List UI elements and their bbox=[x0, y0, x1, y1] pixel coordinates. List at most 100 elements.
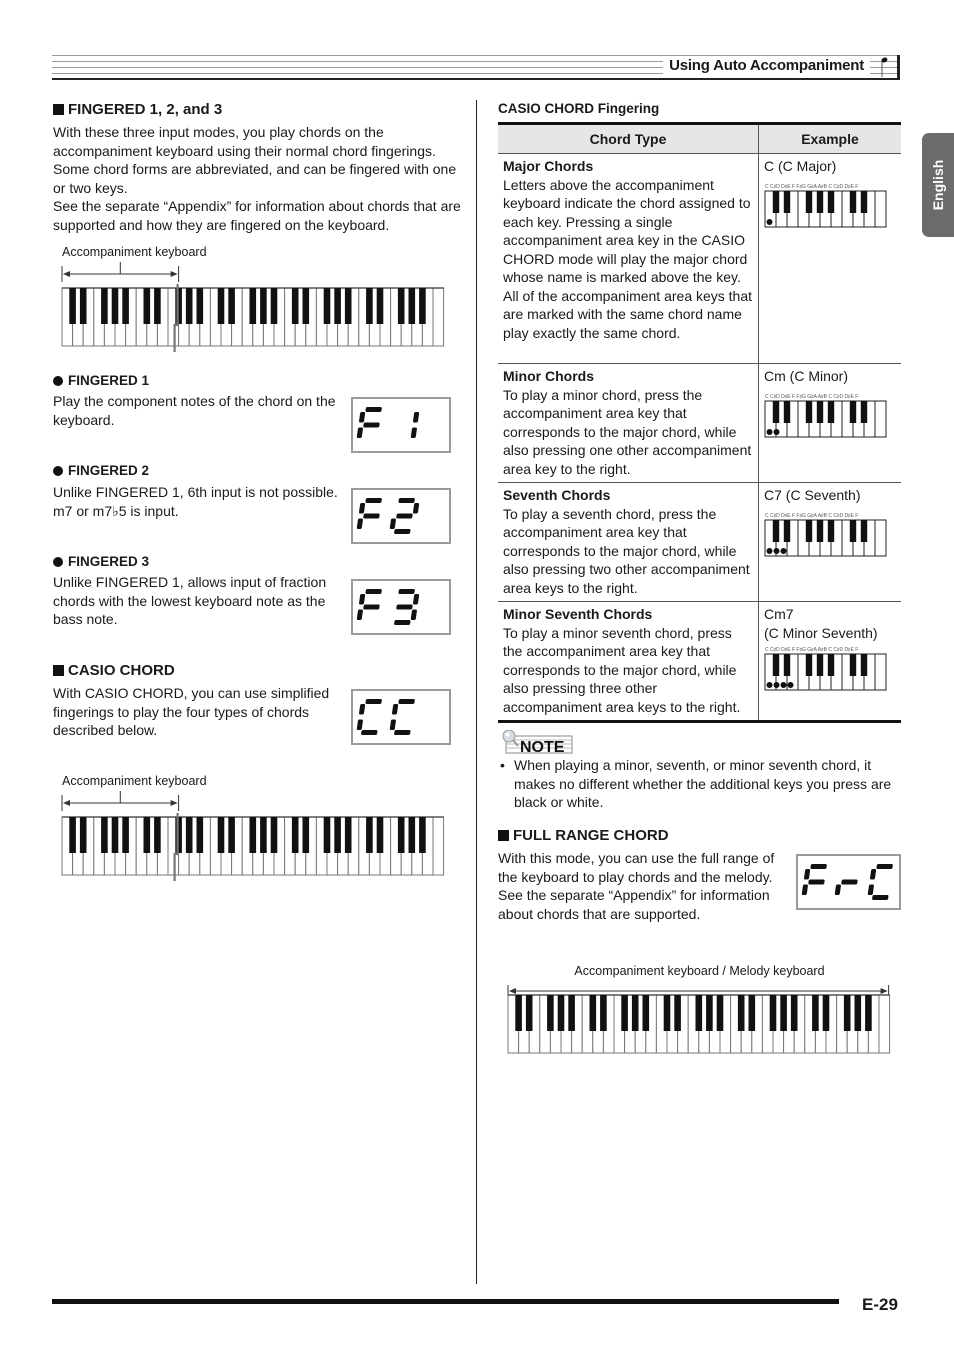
pressed-key-marker bbox=[766, 428, 773, 435]
fingered-1-description: Play the component notes of the chord on… bbox=[53, 393, 336, 428]
lcd-character bbox=[356, 699, 382, 735]
black-key bbox=[716, 995, 724, 1031]
black-key bbox=[143, 288, 151, 324]
key-letter-labels: C C♯D D♯E F F♯G G♯A A♯B C C♯D D♯E F bbox=[765, 184, 858, 190]
square-bullet-icon bbox=[53, 665, 64, 676]
black-key bbox=[249, 288, 257, 324]
pressed-key-marker bbox=[780, 547, 787, 554]
pressed-key-marker bbox=[787, 682, 794, 688]
note-badge-label: NOTE bbox=[520, 739, 565, 754]
black-key bbox=[812, 995, 819, 1031]
key-letter-labels: C C♯D D♯E F F♯G G♯A A♯B C C♯D D♯E F bbox=[765, 394, 858, 400]
mini-keyboard-diagram: C C♯D D♯E F F♯G G♯A A♯B C C♯D D♯E F bbox=[764, 184, 887, 227]
black-key bbox=[344, 817, 352, 853]
black-key bbox=[827, 400, 835, 423]
black-key bbox=[185, 288, 193, 324]
black-key bbox=[397, 817, 405, 853]
chord-type-description: To play a seventh chord, press the accom… bbox=[503, 505, 750, 596]
chord-type-name: Minor Chords bbox=[503, 368, 594, 384]
pressed-key-marker bbox=[766, 547, 773, 554]
lcd-display-f1 bbox=[351, 397, 451, 453]
mode-heading-fingered-3: FINGERED 3 bbox=[53, 554, 149, 569]
black-key bbox=[860, 654, 868, 676]
note-item: • When playing a minor, seventh, or mino… bbox=[500, 757, 892, 810]
black-key bbox=[525, 995, 533, 1031]
black-key bbox=[334, 288, 341, 324]
black-key bbox=[376, 288, 384, 324]
black-key bbox=[270, 288, 278, 324]
black-key bbox=[323, 817, 331, 853]
black-key bbox=[185, 817, 193, 853]
black-key bbox=[260, 817, 267, 853]
black-key bbox=[419, 288, 426, 324]
black-key bbox=[860, 519, 868, 542]
black-key bbox=[79, 288, 87, 324]
black-key bbox=[408, 288, 416, 324]
lcd-character bbox=[834, 879, 858, 895]
fingered-description: With these three input modes, you play c… bbox=[53, 124, 461, 233]
black-key bbox=[769, 995, 777, 1031]
key-letter-labels: C C♯D D♯E F F♯G G♯A A♯B C C♯D D♯E F bbox=[765, 647, 858, 653]
black-key bbox=[860, 190, 868, 213]
lcd-character bbox=[356, 589, 382, 620]
black-key bbox=[366, 817, 373, 853]
black-key bbox=[642, 995, 650, 1031]
footer-rule bbox=[52, 1299, 839, 1304]
black-key bbox=[805, 519, 813, 542]
section-heading-casio-chord: CASIO CHORD bbox=[53, 662, 175, 679]
black-key bbox=[772, 400, 780, 423]
black-key bbox=[772, 519, 780, 542]
black-key bbox=[376, 817, 384, 853]
black-key bbox=[122, 288, 129, 324]
black-key bbox=[122, 817, 129, 853]
chord-type-name: Seventh Chords bbox=[503, 487, 611, 503]
black-key bbox=[783, 190, 791, 213]
table-header-row: Chord Type Example bbox=[498, 122, 901, 154]
black-key bbox=[111, 288, 119, 324]
keyboard-label: Accompaniment keyboard bbox=[62, 774, 207, 788]
black-key bbox=[849, 654, 857, 676]
pressed-key-marker bbox=[780, 682, 787, 688]
keyboard-label: Accompaniment keyboard / Melody keyboard bbox=[574, 964, 825, 978]
black-key bbox=[291, 817, 299, 853]
lcd-character bbox=[801, 864, 827, 895]
chord-example: C (C Major) bbox=[764, 158, 837, 174]
accompaniment-keyboard-diagram bbox=[60, 262, 448, 352]
casio-chord-fingering-table: Chord Type Example Major Chords Letters … bbox=[498, 122, 901, 723]
language-tab-label: English bbox=[930, 159, 946, 211]
column-divider bbox=[476, 100, 477, 1284]
casio-chord-description: With CASIO CHORD, you can use simplified… bbox=[53, 685, 330, 738]
lcd-character bbox=[389, 699, 415, 735]
mini-keyboard-diagram: C C♯D D♯E F F♯G G♯A A♯B C C♯D D♯E F bbox=[764, 394, 887, 437]
language-tab[interactable]: English bbox=[922, 133, 954, 237]
white-key bbox=[874, 400, 887, 437]
pressed-key-marker bbox=[773, 428, 780, 435]
black-key bbox=[589, 995, 597, 1031]
black-key bbox=[101, 817, 108, 853]
mode-heading-fingered-2: FINGERED 2 bbox=[53, 463, 149, 478]
circle-bullet-icon bbox=[53, 375, 63, 386]
black-key bbox=[827, 519, 835, 542]
lcd-display-cc bbox=[351, 689, 451, 745]
section-heading-fingered: FINGERED 1, 2, and 3 bbox=[53, 101, 222, 118]
black-key bbox=[600, 995, 607, 1031]
black-key bbox=[849, 190, 857, 213]
lcd-display-f3 bbox=[351, 579, 451, 635]
white-key bbox=[874, 519, 887, 556]
mini-keyboard-diagram: C C♯D D♯E F F♯G G♯A A♯B C C♯D D♯E F bbox=[764, 513, 887, 556]
black-key bbox=[228, 288, 235, 324]
lcd-character bbox=[389, 498, 420, 534]
black-key bbox=[101, 288, 108, 324]
mode-heading-fingered-1: FINGERED 1 bbox=[53, 373, 149, 388]
chord-example: Cm7 (C Minor Seventh) bbox=[764, 606, 878, 641]
black-key bbox=[196, 817, 204, 853]
black-key bbox=[860, 400, 868, 423]
black-key bbox=[323, 288, 331, 324]
black-key bbox=[69, 817, 76, 853]
black-key bbox=[737, 995, 745, 1031]
lcd-character bbox=[410, 412, 420, 438]
page-number: E-29 bbox=[862, 1295, 898, 1314]
black-key bbox=[849, 400, 857, 423]
black-key bbox=[143, 817, 151, 853]
black-key bbox=[843, 995, 851, 1031]
